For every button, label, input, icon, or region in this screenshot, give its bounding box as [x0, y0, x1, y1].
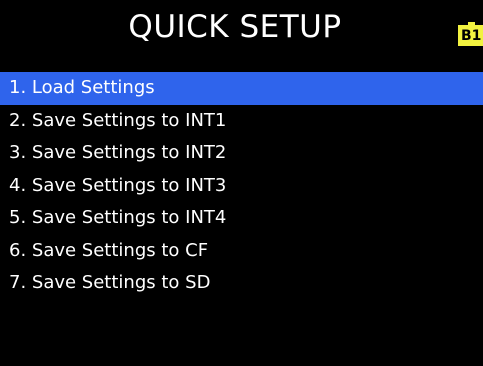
- setup-menu: 1. Load Settings 2. Save Settings to INT…: [0, 72, 483, 300]
- menu-item-save-int3[interactable]: 4. Save Settings to INT3: [0, 170, 483, 203]
- menu-item-save-int1[interactable]: 2. Save Settings to INT1: [0, 105, 483, 138]
- menu-item-save-int4[interactable]: 5. Save Settings to INT4: [0, 202, 483, 235]
- menu-item-save-int2[interactable]: 3. Save Settings to INT2: [0, 137, 483, 170]
- battery-icon: B1: [458, 22, 483, 46]
- quick-setup-screen: QUICK SETUP B1 1. Load Settings 2. Save …: [0, 0, 483, 366]
- battery-label: B1: [458, 25, 483, 46]
- menu-item-save-cf[interactable]: 6. Save Settings to CF: [0, 235, 483, 268]
- menu-item-save-sd[interactable]: 7. Save Settings to SD: [0, 267, 483, 300]
- page-title: QUICK SETUP: [128, 9, 342, 45]
- menu-item-load-settings[interactable]: 1. Load Settings: [0, 72, 483, 105]
